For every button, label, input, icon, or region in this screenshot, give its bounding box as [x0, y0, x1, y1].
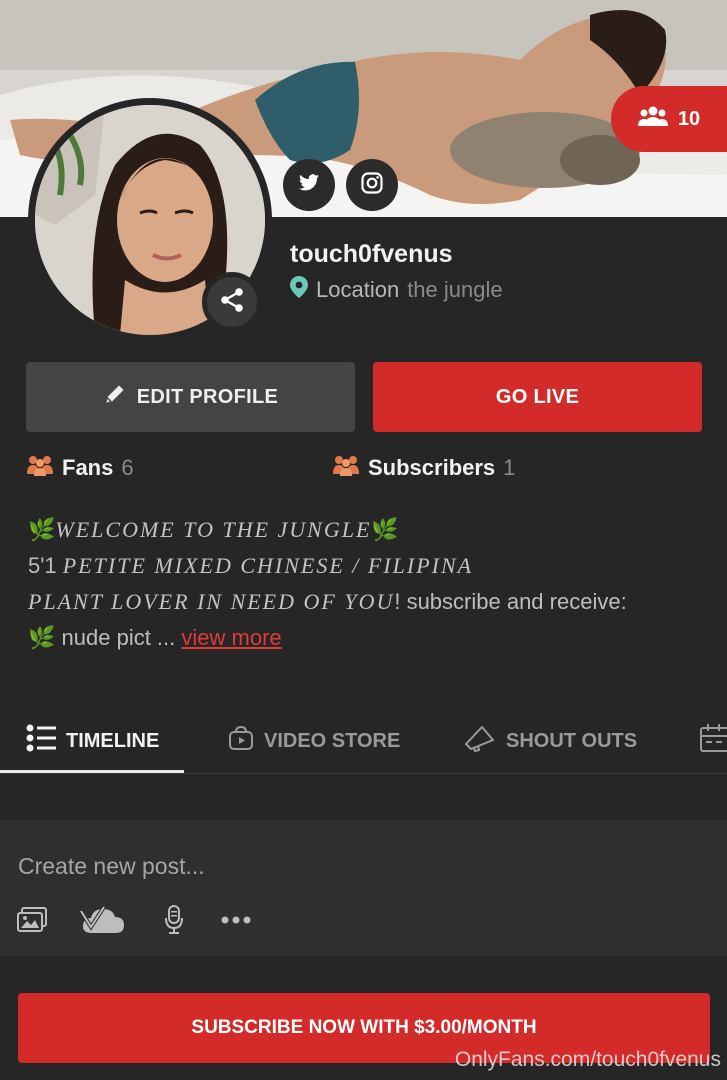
twitter-button[interactable]	[283, 159, 335, 211]
location-value: the jungle	[407, 277, 503, 302]
post-composer: Create new post...	[0, 820, 727, 956]
video-bag-icon	[228, 725, 254, 757]
image-upload-icon[interactable]	[16, 903, 48, 937]
bio-plant-lover: PLANT LOVER IN NEED OF YOU	[28, 589, 395, 614]
subscribers-label: Subscribers	[368, 455, 496, 480]
bio-line-2: 5'1 PETITE MIXED CHINESE / FILIPINA	[28, 548, 708, 584]
edit-profile-button[interactable]: EDIT PROFILE	[26, 362, 355, 432]
list-icon	[26, 724, 56, 758]
tab-calendar[interactable]	[700, 708, 727, 774]
instagram-icon	[361, 171, 383, 199]
fans-icon	[26, 454, 54, 482]
more-options-icon[interactable]	[220, 903, 252, 937]
tab-timeline[interactable]: TIMELINE	[26, 708, 159, 774]
profile-location: Location the jungle	[290, 276, 503, 304]
subscribers-stat[interactable]: Subscribers 1	[332, 454, 515, 482]
site-watermark: OnlyFans.com/touch0fvenus	[454, 1048, 721, 1071]
bio-line-4: 🌿 nude pict ... view more	[28, 620, 708, 656]
pencil-icon	[103, 382, 127, 412]
view-more-link[interactable]: view more	[181, 625, 281, 650]
bio-title: WELCOME TO THE JUNGLE	[55, 517, 372, 542]
profile-bio: 🌿WELCOME TO THE JUNGLE🌿 5'1 PETITE MIXED…	[28, 512, 708, 656]
bio-heritage: PETITE MIXED CHINESE / FILIPINA	[62, 553, 474, 578]
profile-username: touch0fvenus	[290, 240, 453, 268]
online-count: 10	[677, 107, 701, 130]
bio-line-1: 🌿WELCOME TO THE JUNGLE🌿	[28, 512, 708, 548]
subscribers-icon	[332, 454, 360, 482]
megaphone-icon	[464, 724, 496, 758]
go-live-button[interactable]: GO LIVE	[373, 362, 702, 432]
bio-height: 5'1	[28, 553, 57, 578]
online-users-badge[interactable]: 10	[611, 86, 727, 152]
fans-label: Fans	[62, 455, 114, 480]
microphone-icon[interactable]	[163, 903, 185, 937]
subscribe-label: SUBSCRIBE NOW WITH $3.00/MONTH	[191, 1017, 537, 1038]
location-pin-icon	[290, 276, 308, 304]
new-post-input[interactable]: Create new post...	[18, 853, 205, 880]
tab-video-store-label: VIDEO STORE	[264, 729, 401, 752]
herb-icon: 🌿	[371, 517, 399, 542]
fans-count: 6	[121, 455, 134, 480]
fans-stat[interactable]: Fans 6	[26, 454, 134, 482]
edit-profile-label: EDIT PROFILE	[136, 385, 279, 408]
tab-shout-outs-label: SHOUT OUTS	[506, 729, 638, 752]
profile-tabs: TIMELINE VIDEO STORE SHOUT OUTS	[0, 708, 727, 774]
subscribers-count: 1	[503, 455, 516, 480]
share-icon	[219, 287, 245, 318]
vault-upload-icon[interactable]	[80, 903, 126, 937]
bio-subscribe-text: ! subscribe and receive:	[394, 589, 627, 614]
tab-shout-outs[interactable]: SHOUT OUTS	[464, 708, 637, 774]
bio-truncated: nude pict ...	[61, 625, 176, 650]
calendar-icon	[700, 724, 727, 758]
active-tab-indicator	[0, 770, 184, 773]
twitter-icon	[299, 174, 319, 196]
bio-line-3: PLANT LOVER IN NEED OF YOU! subscribe an…	[28, 584, 708, 620]
location-label: Location	[316, 277, 400, 302]
share-button[interactable]	[202, 272, 262, 332]
users-icon	[637, 105, 668, 133]
tab-video-store[interactable]: VIDEO STORE	[228, 708, 400, 774]
go-live-label: GO LIVE	[495, 385, 580, 408]
herb-icon: 🌿	[28, 625, 56, 650]
instagram-button[interactable]	[346, 159, 398, 211]
tab-timeline-label: TIMELINE	[66, 729, 160, 752]
herb-icon: 🌿	[28, 517, 56, 542]
